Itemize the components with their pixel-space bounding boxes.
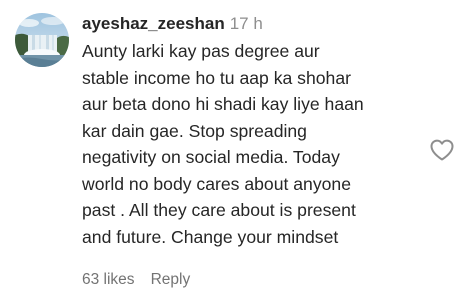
- comment: ayeshaz_zeeshan 17 h Aunty larki kay pas …: [0, 0, 474, 304]
- reply-button[interactable]: Reply: [151, 271, 191, 288]
- timestamp: 17 h: [229, 14, 263, 33]
- likes-count[interactable]: 63 likes: [82, 271, 135, 288]
- username[interactable]: ayeshaz_zeeshan: [82, 14, 225, 33]
- comment-header: ayeshaz_zeeshan 17 h: [82, 12, 263, 36]
- like-button[interactable]: [429, 138, 455, 162]
- avatar[interactable]: [15, 13, 69, 67]
- heart-outline-icon: [430, 139, 454, 161]
- comment-text: Aunty larki kay pas degree aur stable in…: [82, 41, 364, 247]
- avatar-image: [15, 13, 69, 67]
- comment-actions: 63 likes Reply: [82, 269, 190, 291]
